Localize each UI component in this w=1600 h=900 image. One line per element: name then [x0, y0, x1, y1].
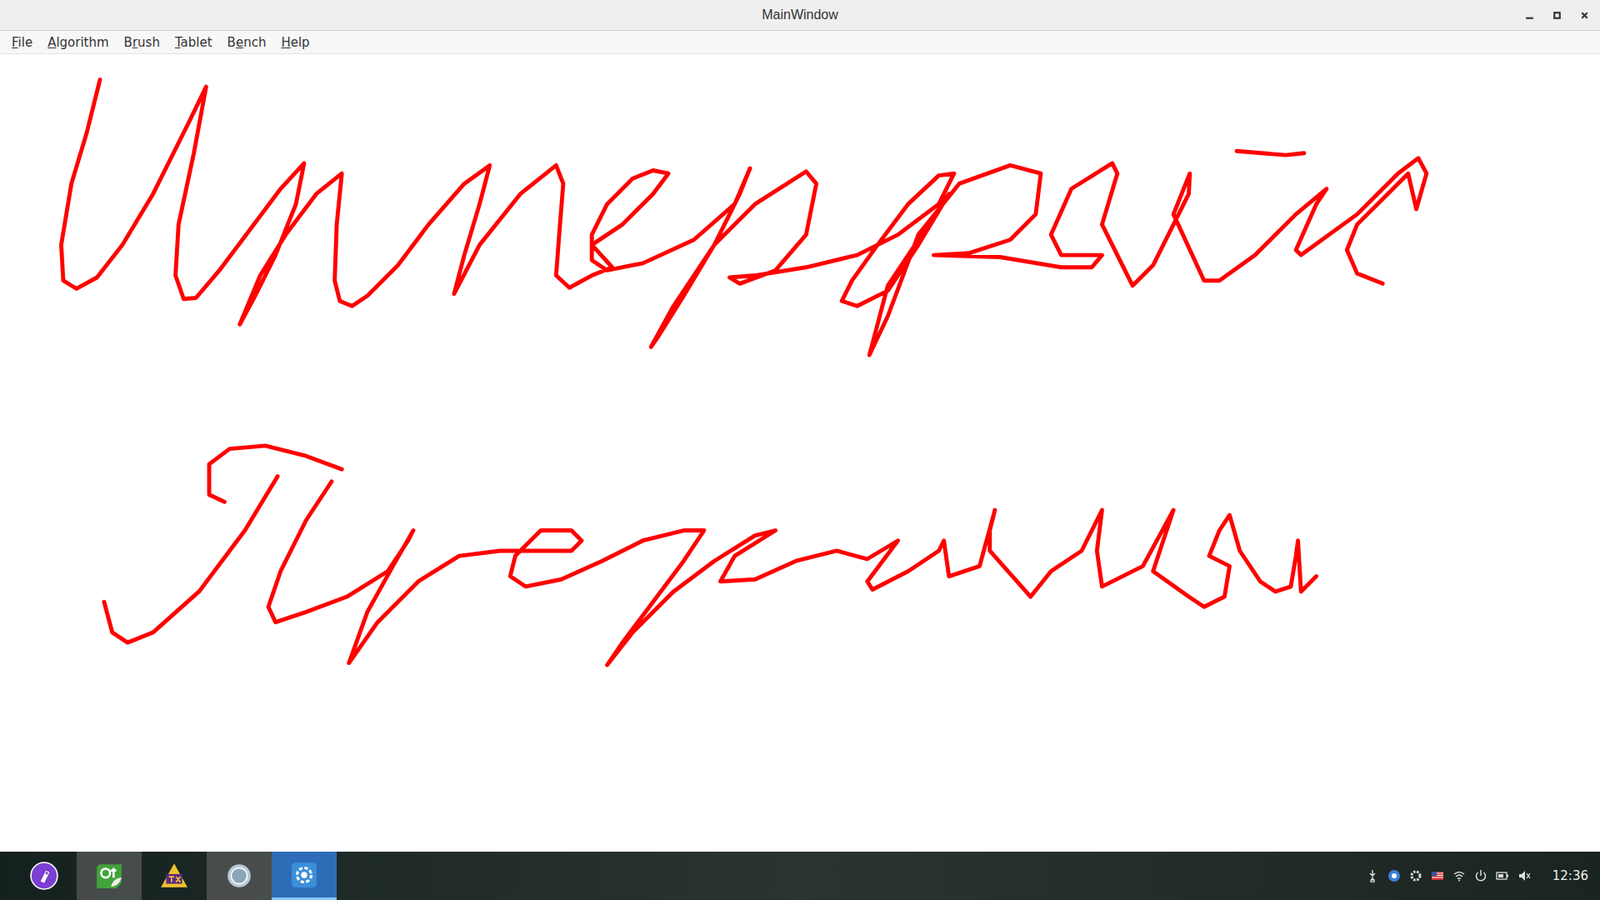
close-icon[interactable]	[1579, 10, 1590, 21]
menu-item[interactable]: File	[5, 32, 40, 53]
pen-stroke	[1236, 150, 1305, 155]
handwriting-drawing	[0, 54, 1600, 852]
gear-icon	[290, 860, 319, 890]
settings-icon[interactable]	[1409, 869, 1423, 883]
power-icon[interactable]	[1474, 869, 1488, 883]
menu-item[interactable]: Algorithm	[40, 32, 115, 53]
rocket-icon	[30, 861, 59, 890]
usb-icon[interactable]	[1365, 869, 1380, 883]
menu-bar: FileAlgorithmBrushTabletBenchHelp	[0, 30, 1600, 55]
taskbar-app[interactable]	[271, 851, 337, 900]
menu-item[interactable]: Bench	[220, 32, 274, 53]
minimize-icon[interactable]	[1524, 10, 1535, 21]
browser-icon[interactable]	[1387, 869, 1401, 883]
menu-item[interactable]: Help	[274, 32, 316, 53]
wifi-icon[interactable]	[1452, 869, 1466, 883]
menu-item[interactable]: Tablet	[168, 32, 220, 53]
taskbar: 12:36	[0, 851, 1600, 900]
battery-icon[interactable]	[1495, 869, 1510, 883]
taskbar-app[interactable]	[76, 851, 142, 900]
flag-icon[interactable]	[1430, 869, 1445, 883]
taskbar-app[interactable]	[11, 851, 77, 900]
volume-icon[interactable]	[1517, 869, 1531, 883]
pen-stroke	[268, 481, 1317, 665]
window-title: MainWindow	[761, 7, 839, 23]
qt-creator-icon	[95, 861, 124, 890]
pen-stroke	[104, 476, 278, 643]
drawing-canvas[interactable]	[0, 54, 1600, 852]
texstudio-icon	[160, 861, 189, 890]
taskbar-app[interactable]	[206, 851, 272, 900]
title-bar[interactable]: MainWindow	[0, 0, 1600, 31]
maximize-icon[interactable]	[1551, 10, 1563, 21]
pen-stroke	[60, 80, 1426, 355]
menu-item[interactable]: Brush	[117, 32, 167, 53]
clock[interactable]: 12:36	[1552, 868, 1589, 884]
system-tray: 12:36	[1365, 868, 1600, 884]
circle-app-icon	[225, 861, 254, 890]
taskbar-app[interactable]	[141, 851, 207, 900]
main-window: MainWindow FileAlgorithmBrushTabletBenchH…	[0, 0, 1600, 852]
desktop: MainWindow FileAlgorithmBrushTabletBenchH…	[0, 0, 1600, 900]
